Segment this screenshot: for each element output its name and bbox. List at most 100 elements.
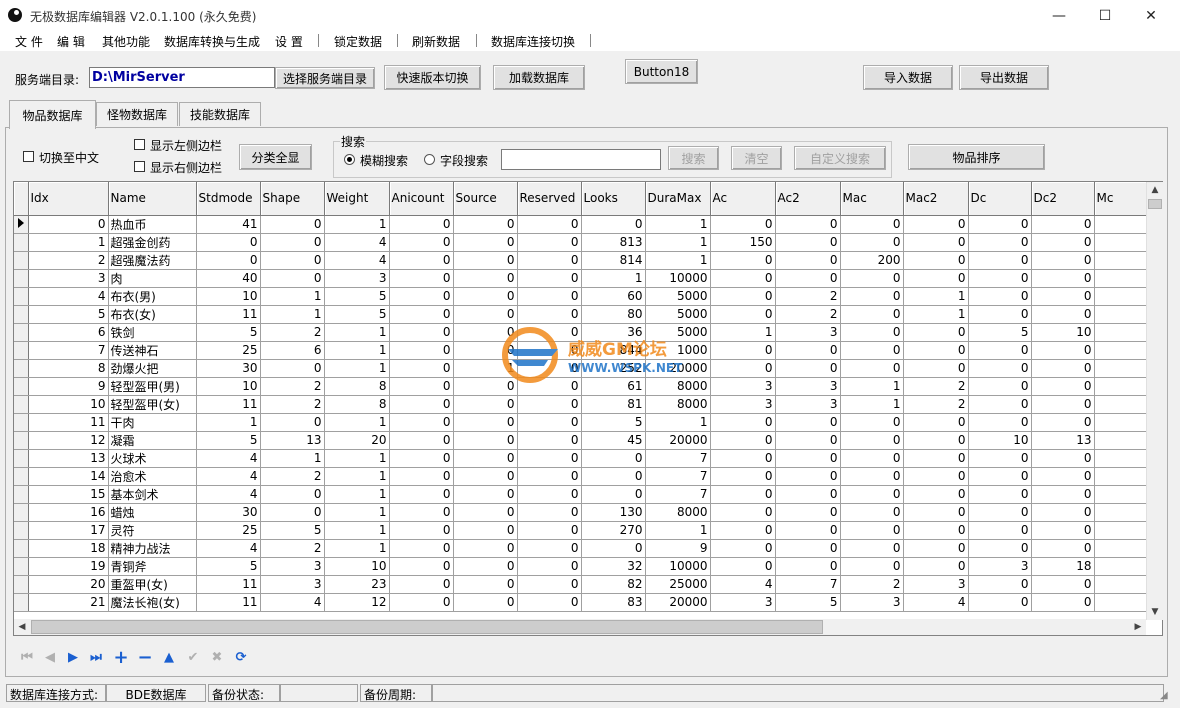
table-cell[interactable]: 20 [324, 431, 390, 450]
table-cell[interactable]: 0 [710, 521, 776, 540]
table-cell[interactable]: 3 [903, 575, 969, 594]
table-cell[interactable] [1094, 323, 1155, 342]
table-cell[interactable]: 0 [453, 431, 518, 450]
table-cell[interactable] [1094, 287, 1155, 306]
column-header[interactable]: Name [108, 182, 197, 216]
table-cell[interactable]: 0 [1031, 305, 1095, 324]
table-cell[interactable]: 3 [260, 557, 325, 576]
table-cell[interactable]: 0 [260, 413, 325, 432]
table-row[interactable]: 13 火球术 4 1 1 0 0 0 0 7 0 0 0 0 0 0 [14, 449, 1155, 468]
resize-grip-icon[interactable]: ◢ [1160, 690, 1168, 701]
table-cell[interactable]: 0 [389, 341, 454, 360]
row-indicator[interactable] [14, 467, 29, 486]
row-indicator[interactable] [14, 395, 29, 414]
table-cell[interactable]: 1 [645, 251, 711, 270]
table-cell[interactable]: 82 [581, 575, 646, 594]
table-cell[interactable]: 0 [903, 215, 969, 234]
table-cell[interactable]: 13 [28, 449, 109, 468]
table-cell[interactable]: 7 [645, 485, 711, 504]
table-cell[interactable]: 精神力战法 [108, 539, 197, 558]
delete-record-icon[interactable]: − [136, 647, 154, 668]
horizontal-scrollbar[interactable]: ◀ ▶ [14, 619, 1146, 635]
table-cell[interactable]: 19 [28, 557, 109, 576]
table-cell[interactable]: 0 [968, 413, 1032, 432]
table-cell[interactable]: 9 [645, 539, 711, 558]
table-cell[interactable]: 0 [453, 539, 518, 558]
table-cell[interactable]: 60 [581, 287, 646, 306]
row-indicator[interactable] [14, 251, 29, 270]
table-cell[interactable]: 0 [775, 449, 841, 468]
table-cell[interactable]: 0 [710, 431, 776, 450]
table-cell[interactable]: 0 [389, 503, 454, 522]
select-server-dir-button[interactable]: 选择服务端目录 [275, 67, 375, 89]
table-cell[interactable]: 2 [28, 251, 109, 270]
table-cell[interactable]: 0 [389, 359, 454, 378]
menu-refresh[interactable]: 刷新数据 [412, 33, 460, 50]
table-cell[interactable]: 1 [840, 395, 904, 414]
table-cell[interactable]: 0 [968, 521, 1032, 540]
table-cell[interactable]: 0 [903, 467, 969, 486]
table-cell[interactable] [1094, 359, 1155, 378]
table-cell[interactable]: 2 [260, 323, 325, 342]
table-cell[interactable]: 0 [903, 449, 969, 468]
table-cell[interactable]: 45 [581, 431, 646, 450]
server-dir-input[interactable]: D:\MirServer [89, 67, 275, 88]
table-cell[interactable]: 3 [710, 377, 776, 396]
table-cell[interactable]: 13 [260, 431, 325, 450]
table-cell[interactable]: 0 [260, 269, 325, 288]
table-cell[interactable]: 0 [517, 413, 582, 432]
table-cell[interactable]: 3 [968, 557, 1032, 576]
table-cell[interactable]: 10 [324, 557, 390, 576]
table-cell[interactable]: 4 [196, 485, 261, 504]
table-cell[interactable]: 0 [581, 467, 646, 486]
table-cell[interactable]: 2 [775, 305, 841, 324]
table-cell[interactable]: 0 [710, 449, 776, 468]
table-cell[interactable] [1094, 233, 1155, 252]
table-cell[interactable]: 0 [903, 557, 969, 576]
table-cell[interactable]: 8 [324, 377, 390, 396]
table-row[interactable]: 21 魔法长袍(女) 11 4 12 0 0 0 83 20000 3 5 3 4 0 0 [14, 593, 1155, 612]
table-cell[interactable]: 3 [775, 395, 841, 414]
table-cell[interactable]: 270 [581, 521, 646, 540]
table-cell[interactable] [1094, 431, 1155, 450]
table-cell[interactable]: 凝霜 [108, 431, 197, 450]
table-cell[interactable]: 0 [517, 521, 582, 540]
show-all-categories-button[interactable]: 分类全显 [239, 144, 312, 170]
table-row[interactable]: 1 超强金创药 0 0 4 0 0 0 813 1 150 0 0 0 0 0 [14, 233, 1155, 252]
table-cell[interactable]: 1 [645, 521, 711, 540]
menu-convert[interactable]: 数据库转换与生成 [164, 33, 260, 50]
column-header[interactable]: Shape [260, 182, 325, 216]
table-cell[interactable]: 0 [968, 287, 1032, 306]
table-cell[interactable]: 1 [260, 305, 325, 324]
table-cell[interactable]: 5 [581, 413, 646, 432]
table-cell[interactable]: 2 [840, 575, 904, 594]
tab-monsters-db[interactable]: 怪物数据库 [96, 102, 178, 126]
table-cell[interactable]: 0 [840, 305, 904, 324]
table-cell[interactable]: 23 [324, 575, 390, 594]
table-cell[interactable]: 0 [453, 287, 518, 306]
table-cell[interactable]: 0 [968, 359, 1032, 378]
table-cell[interactable]: 0 [775, 467, 841, 486]
table-cell[interactable]: 0 [903, 485, 969, 504]
table-cell[interactable]: 0 [196, 251, 261, 270]
cancel-record-icon[interactable]: ✖ [208, 649, 226, 665]
import-data-button[interactable]: 导入数据 [863, 65, 953, 90]
tab-items-db[interactable]: 物品数据库 [9, 100, 96, 129]
last-record-icon[interactable]: ⏭ [87, 649, 105, 665]
table-cell[interactable]: 1 [710, 323, 776, 342]
table-cell[interactable]: 0 [517, 575, 582, 594]
prior-record-icon[interactable]: ◀ [41, 649, 59, 665]
table-cell[interactable]: 0 [1031, 449, 1095, 468]
table-row[interactable]: 15 基本剑术 4 0 1 0 0 0 0 7 0 0 0 0 0 0 [14, 485, 1155, 504]
close-button[interactable]: ✕ [1128, 0, 1174, 31]
table-cell[interactable]: 3 [775, 377, 841, 396]
table-cell[interactable]: 3 [710, 593, 776, 612]
table-cell[interactable]: 0 [903, 269, 969, 288]
table-row[interactable]: 14 治愈术 4 2 1 0 0 0 0 7 0 0 0 0 0 0 [14, 467, 1155, 486]
table-cell[interactable]: 5 [324, 287, 390, 306]
table-cell[interactable]: 0 [840, 341, 904, 360]
table-cell[interactable]: 1 [581, 269, 646, 288]
table-cell[interactable]: 超强魔法药 [108, 251, 197, 270]
scroll-down-arrow-icon[interactable]: ▼ [1147, 604, 1163, 620]
table-cell[interactable]: 0 [775, 341, 841, 360]
